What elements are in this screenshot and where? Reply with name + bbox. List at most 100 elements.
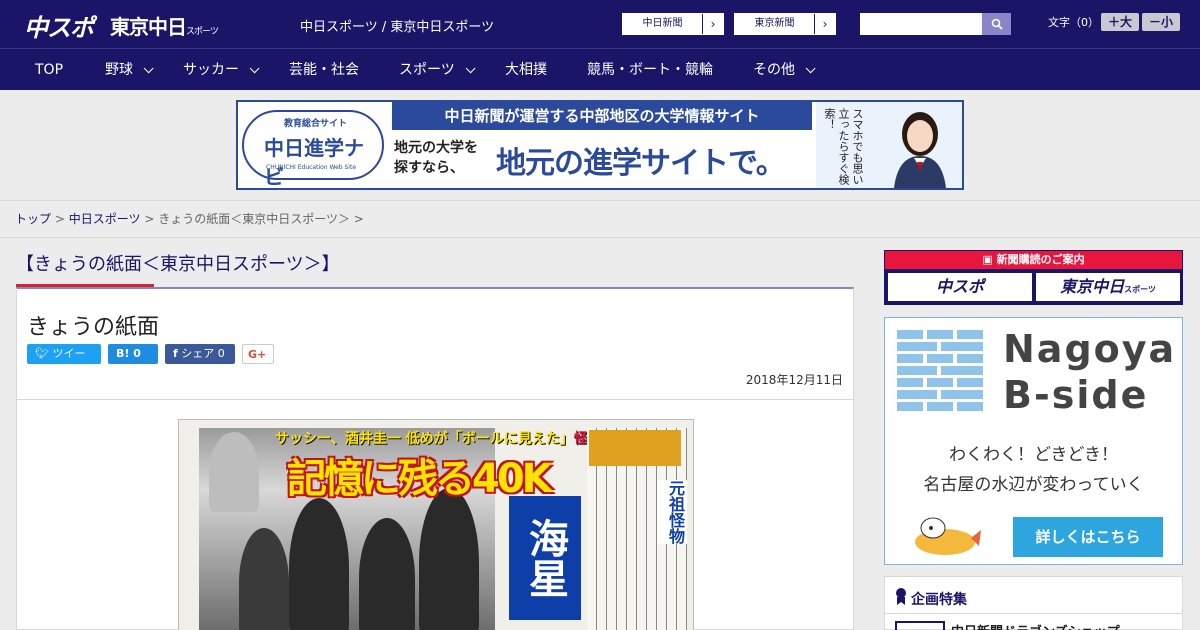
brick-wall-icon — [897, 330, 983, 411]
bside-copy-1: わくわく！どきどき！ — [949, 445, 1118, 465]
site-name[interactable]: 中日スポーツ / 東京中日スポーツ — [300, 16, 494, 35]
banner-side-panel: スマホでも思い立ったらすぐ検索！ — [816, 102, 962, 188]
banner-main-copy: 地元の進学サイトで。 — [496, 146, 786, 181]
subscribe-btn2-label: 東京中日 — [1060, 277, 1125, 296]
chusp-subscribe-button[interactable]: 中スポ — [888, 273, 1032, 301]
hatena-bookmark-button[interactable]: B! 0 — [108, 344, 158, 364]
banner-headline: 中日新聞が運営する中部地区の大学情報サイト — [392, 102, 812, 130]
fried-shrimp-mascot-icon — [915, 517, 981, 555]
logo-en-text: CHUNICHI Education Web Site — [266, 164, 357, 171]
nav-item-sports[interactable]: スポーツ — [399, 49, 476, 91]
chevron-right-icon: › — [822, 17, 828, 31]
banner-sub-2: 探すなら、 — [394, 160, 464, 176]
tokyo-chunichi-logo[interactable]: 東京中日スポーツ — [110, 11, 219, 40]
subscription-head-label: 新聞購読のご案内 — [996, 253, 1085, 266]
nav-item-sumo[interactable]: 大相撲 — [505, 49, 547, 91]
ribbon-icon — [895, 587, 907, 609]
nav-item-label: サッカー — [183, 62, 239, 78]
newspaper-icon: ▣ — [982, 253, 993, 266]
newspaper-side-title: 元祖怪物 — [657, 480, 687, 544]
nav-item-top[interactable]: TOP — [35, 49, 63, 91]
nav-item-label: その他 — [753, 62, 795, 78]
search-icon — [991, 18, 1003, 30]
tokyo-logo-text: 東京中日 — [110, 15, 187, 39]
article-card: きょうの紙面 🐦︎ ツイート B! 0 f シェア 0 G+ 2018年12月1… — [16, 287, 854, 630]
logo-small-text: 教育総合サイト — [284, 119, 348, 129]
kicker-text: サッシー、酒井圭一 低めが「ボールに見えた」 — [275, 431, 574, 447]
chevron-down-icon — [465, 63, 476, 74]
breadcrumb-home[interactable]: トップ — [15, 212, 51, 226]
education-banner-ad[interactable]: 教育総合サイト 中日進学ナビ CHUNICHI Education Web Si… — [236, 100, 964, 190]
newspaper-feature-strip — [589, 430, 681, 466]
chevron-down-icon — [143, 63, 154, 74]
feature-item-dragons-shop[interactable]: 中日新聞ドラゴンズショップ — [951, 621, 1120, 630]
nav-item-label: 競馬・ボート・競輪 — [587, 62, 713, 78]
newspaper-kicker: サッシー、酒井圭一 低めが「ボールに見えた」怪速球 — [275, 428, 631, 448]
facebook-share-label: シェア 0 — [181, 347, 225, 360]
ext-link-label: 中日新聞 — [623, 14, 703, 34]
article-title: きょうの紙面 — [27, 315, 160, 340]
nav-item-label: 芸能・社会 — [289, 62, 359, 78]
subscription-head: ▣ 新聞購読のご案内 — [885, 251, 1182, 269]
top-header: 中スポ 東京中日スポーツ 中日スポーツ / 東京中日スポーツ 中日新聞 › 東京… — [0, 0, 1200, 48]
chevron-right-icon: › — [710, 17, 716, 31]
nav-item-label: 大相撲 — [505, 62, 547, 78]
banner-sub-1: 地元の大学を — [394, 140, 478, 156]
breadcrumb-sep: > — [54, 212, 69, 226]
google-plus-button[interactable]: G+ — [242, 344, 274, 364]
breadcrumb-sep: > — [353, 212, 364, 226]
chusp-logo[interactable]: 中スポ — [24, 8, 94, 43]
bside-brand: Nagoya B-side — [1003, 326, 1176, 418]
subscribe-btn2-sub: スポーツ — [1124, 285, 1156, 294]
bside-copy-2: 名古屋の水辺が変わっていく — [923, 475, 1144, 495]
newspaper-blue-block: 海星 — [509, 496, 581, 620]
breadcrumb-sep: > — [144, 212, 159, 226]
nav-item-other[interactable]: その他 — [753, 49, 816, 91]
student-illustration — [894, 112, 946, 188]
breadcrumb: トップ > 中日スポーツ > きょうの紙面＜東京中日スポーツ＞ > — [0, 200, 1200, 238]
font-smaller-button[interactable]: －小 — [1142, 13, 1180, 31]
feature-title: 企画特集 — [911, 592, 967, 608]
facebook-icon: f — [173, 347, 178, 360]
facebook-share-button[interactable]: f シェア 0 — [165, 344, 235, 364]
nav-item-label: TOP — [35, 62, 64, 78]
search-input[interactable] — [860, 13, 982, 35]
bside-brand-2: B-side — [1003, 373, 1149, 417]
logo-big-text: 中日進学ナビ — [264, 136, 364, 189]
banner-vertical-text: スマホでも思い立ったらすぐ検索！ — [823, 108, 864, 185]
twitter-icon: 🐦︎ — [35, 347, 49, 360]
main-nav: TOP 野球 サッカー 芸能・社会 スポーツ 大相撲 競馬・ボート・競輪 その他 — [0, 48, 1200, 90]
nav-item-label: 野球 — [105, 62, 133, 78]
tokyo-logo-sub: スポーツ — [186, 27, 219, 37]
article-date: 2018年12月11日 — [745, 373, 843, 387]
feature-thumb[interactable] — [895, 621, 945, 630]
breadcrumb-current: きょうの紙面＜東京中日スポーツ＞ — [158, 212, 350, 226]
nav-item-soccer[interactable]: サッカー — [183, 49, 260, 91]
search-button[interactable] — [982, 13, 1011, 35]
subscription-box: ▣ 新聞購読のご案内 中スポ 東京中日スポーツ — [884, 250, 1183, 305]
feature-divider — [885, 613, 1182, 614]
font-larger-button[interactable]: ＋大 — [1101, 13, 1139, 31]
chunichi-shimbun-link[interactable]: 中日新聞 › — [622, 13, 724, 35]
chevron-down-icon — [249, 63, 260, 74]
feature-section: 企画特集 中日新聞ドラゴンズショップ — [884, 576, 1183, 630]
nav-item-baseball[interactable]: 野球 — [105, 49, 154, 91]
font-size-label: 文字（0） — [1048, 16, 1099, 29]
page-title: 【きょうの紙面＜東京中日スポーツ＞】 — [16, 254, 340, 275]
shingaku-navi-logo: 教育総合サイト 中日進学ナビ CHUNICHI Education Web Si… — [242, 110, 384, 188]
tokyo-chunichi-subscribe-button[interactable]: 東京中日スポーツ — [1036, 273, 1180, 301]
newspaper-front-page-image[interactable]: サッシー、酒井圭一 低めが「ボールに見えた」怪速球 記憶に残る40K 海星 元祖… — [178, 419, 694, 630]
tweet-button[interactable]: 🐦︎ ツイート — [27, 344, 101, 380]
card-divider — [17, 399, 853, 400]
ext-link-label: 東京新聞 — [735, 14, 815, 34]
tokyo-shimbun-link[interactable]: 東京新聞 › — [734, 13, 836, 35]
bside-details-button[interactable]: 詳しくはこちら — [1013, 517, 1163, 557]
nav-item-entertainment[interactable]: 芸能・社会 — [289, 49, 359, 91]
chevron-down-icon — [805, 63, 816, 74]
bside-brand-1: Nagoya — [1003, 327, 1177, 371]
banner-subline: 地元の大学を 探すなら、 — [394, 138, 478, 178]
nav-item-racing[interactable]: 競馬・ボート・競輪 — [587, 49, 713, 91]
breadcrumb-section[interactable]: 中日スポーツ — [69, 212, 141, 226]
nav-item-label: スポーツ — [399, 62, 455, 78]
nagoya-bside-ad[interactable]: Nagoya B-side わくわく！どきどき！ 名古屋の水辺が変わっていく 詳し… — [884, 317, 1183, 565]
